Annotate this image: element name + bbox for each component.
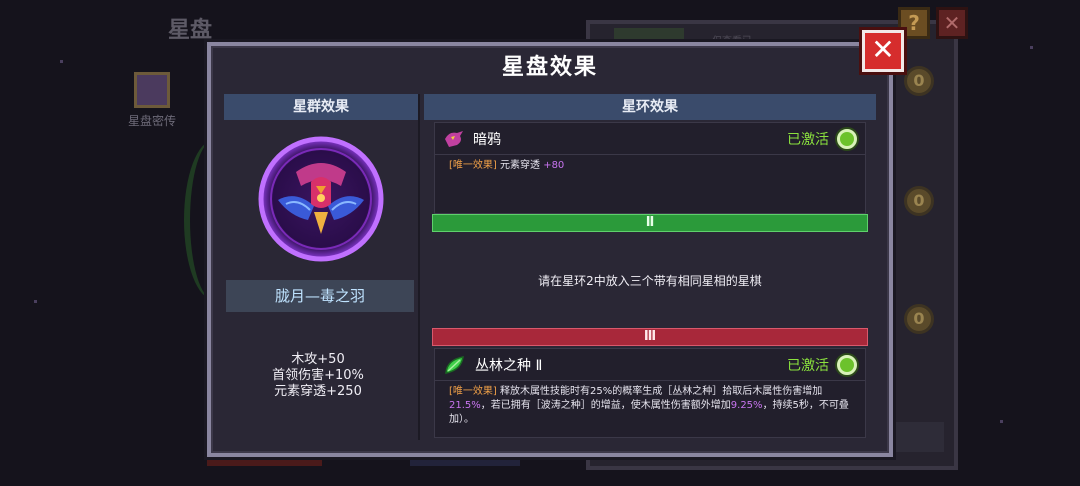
active-indicator-icon [837, 354, 857, 375]
coin-icon: 0 [904, 304, 934, 334]
effect-desc-text: 释放木属性技能时有25%的概率生成［丛林之种］拾取后木属性伤害增加 [500, 386, 823, 397]
effect-header: 丛林之种 Ⅱ 已激活 [435, 349, 865, 381]
column-divider [418, 94, 420, 440]
effect-desc-text: 元素穿透 [500, 160, 540, 171]
effect-card-crow: 暗鸦 已激活 [唯一效果] 元素穿透 +80 [434, 122, 866, 214]
constellation-effect-header: 星群效果 [224, 94, 418, 120]
star-ring-effect-header: 星环效果 [424, 94, 876, 120]
background-close-button[interactable]: ✕ [936, 7, 968, 39]
effect-card-jungle-seed: 丛林之种 Ⅱ 已激活 [唯一效果] 释放木属性技能时有25%的概率生成［丛林之种… [434, 348, 866, 438]
coin-icon: 0 [904, 186, 934, 216]
constellation-stats: 木攻+50 首领伤害+10% 元素穿透+250 [220, 352, 416, 400]
effect-desc-value: +80 [543, 160, 565, 171]
side-item-label: 星盘密传 [127, 114, 176, 128]
effect-status: 已激活 [787, 357, 829, 374]
bg-star [60, 60, 63, 63]
side-item-star-secret[interactable]: 星盘密传 [112, 72, 192, 129]
stat-line: 元素穿透+250 [274, 384, 362, 399]
close-button[interactable]: ✕ [862, 30, 904, 72]
effect-desc-text: ，若已拥有［波涛之种］的增益，使木属性伤害额外增加 [480, 400, 731, 411]
ring-ii-bar: Ⅱ [432, 214, 868, 232]
background-bottom-panel [890, 422, 944, 452]
active-indicator-icon [837, 128, 857, 149]
stat-line: 木攻+50 [291, 352, 345, 367]
effect-status: 已激活 [787, 131, 829, 148]
coin-icon: 0 [904, 66, 934, 96]
dialog-title: 星盘效果 [501, 55, 598, 80]
effect-description: [唯一效果] 释放木属性技能时有25%的概率生成［丛林之种］拾取后木属性伤害增加… [435, 381, 865, 431]
constellation-name: 胧月—毒之羽 [226, 280, 414, 312]
crow-emblem-icon [256, 134, 386, 264]
unique-effect-tag: [唯一效果] [449, 160, 497, 171]
background-title: 星盘 [168, 18, 213, 43]
effect-name: 暗鸦 [473, 131, 501, 148]
star-secret-icon [134, 72, 170, 108]
ring-iii-bar: Ⅲ [432, 328, 868, 346]
star-ring-effect-panel: 星环效果 暗鸦 已激活 [唯一效果] 元素穿透 +80 Ⅱ 请在星环2中放入三个… [424, 94, 876, 442]
effect-name: 丛林之种 Ⅱ [475, 357, 543, 374]
crow-icon [443, 129, 465, 149]
stat-line: 首领伤害+10% [272, 368, 364, 383]
effect-description: [唯一效果] 元素穿透 +80 [435, 155, 865, 177]
constellation-effect-panel: 星群效果 胧月—毒之羽 木攻+50 首领伤害+10% 元素穿透+250 [220, 94, 418, 442]
bg-star [1030, 46, 1033, 49]
ring-ii-hint: 请在星环2中放入三个带有相同星相的星棋 [538, 274, 762, 288]
bg-star [34, 300, 37, 303]
bg-star [1000, 420, 1003, 423]
effect-desc-value: 9.25% [730, 400, 763, 411]
leaf-seed-icon [443, 354, 467, 376]
effect-header: 暗鸦 已激活 [435, 123, 865, 155]
unique-effect-tag: [唯一效果] [449, 386, 497, 397]
effect-desc-value: 21.5% [449, 400, 481, 411]
